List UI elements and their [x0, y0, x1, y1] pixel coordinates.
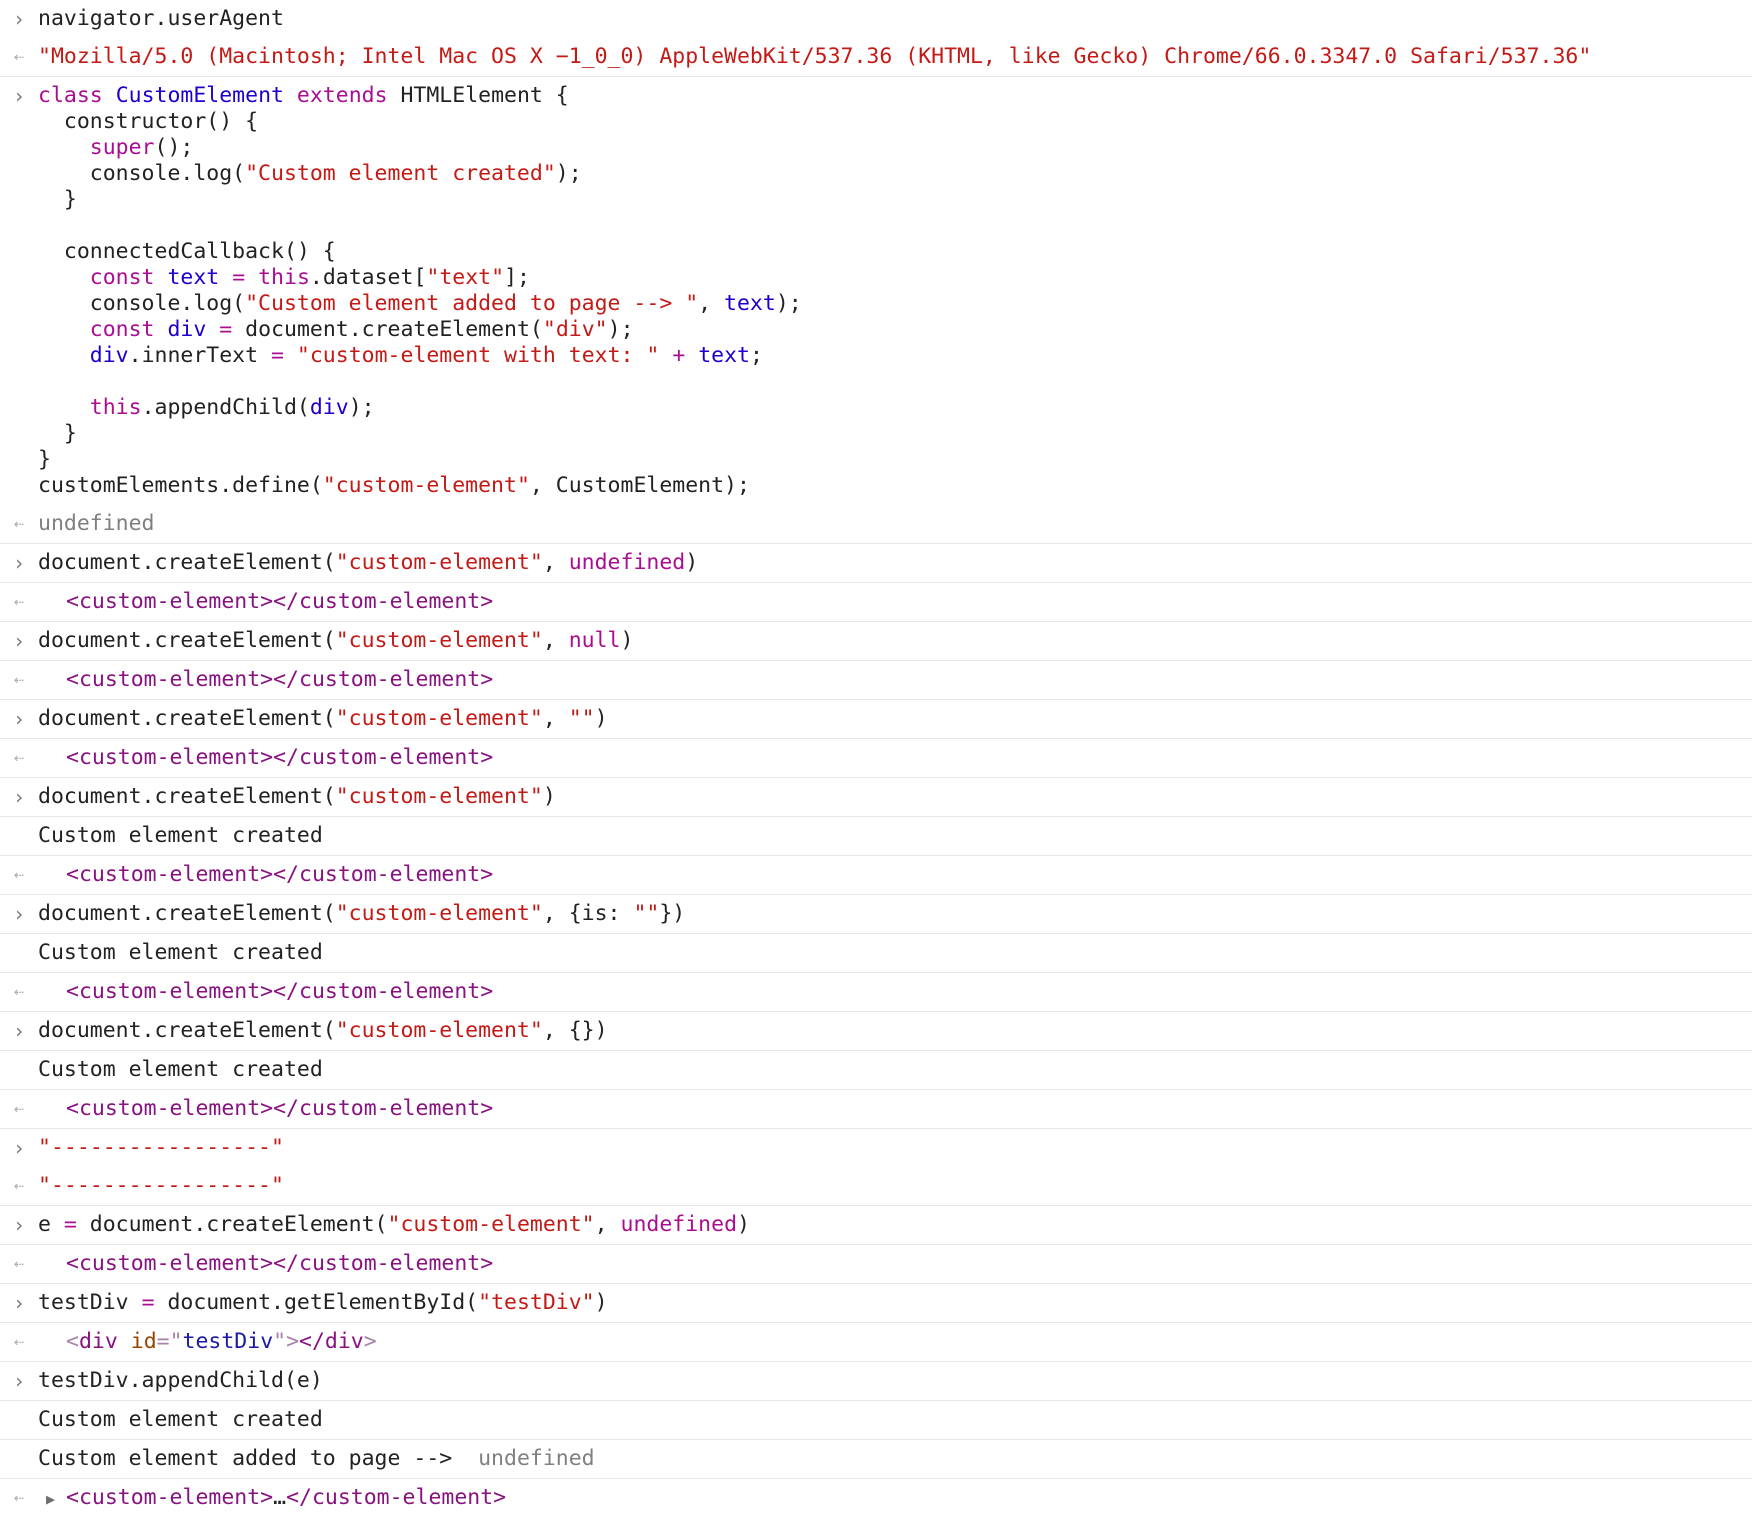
input-prompt-icon: › [12, 84, 26, 108]
element-node[interactable]: <custom-element></custom-element> [38, 973, 493, 1011]
element-node[interactable]: <custom-element></custom-element> [38, 1245, 493, 1283]
log-text: Custom element added to page --> undefin… [38, 1446, 595, 1471]
console-output-text: "-----------------" [38, 1173, 284, 1198]
console-input-row[interactable]: › document.createElement("custom-element… [0, 778, 1752, 817]
log-text: Custom element created [38, 940, 323, 965]
console-input-row[interactable]: › document.createElement("custom-element… [0, 622, 1752, 661]
output-arrow-icon: ⇠ [13, 1099, 25, 1119]
console-input-row[interactable]: › document.createElement("custom-element… [0, 544, 1752, 583]
element-node[interactable]: <div id="testDiv"></div> [38, 1323, 377, 1361]
console-input-code: document.createElement("custom-element",… [38, 1018, 608, 1043]
input-prompt-icon: › [12, 785, 26, 809]
console-output-text: undefined [38, 511, 155, 536]
devtools-console: › navigator.userAgent ⇠ "Mozilla/5.0 (Ma… [0, 0, 1752, 1518]
console-output-row[interactable]: ⇠ <custom-element></custom-element> [0, 739, 1752, 778]
input-prompt-icon: › [12, 551, 26, 575]
console-input-code: document.createElement("custom-element",… [38, 628, 634, 653]
console-input-code: document.createElement("custom-element",… [38, 706, 608, 731]
console-output-text: "Mozilla/5.0 (Macintosh; Intel Mac OS X … [38, 44, 1592, 69]
console-output-row[interactable]: ⇠ <custom-element></custom-element> [0, 856, 1752, 895]
input-prompt-icon: › [12, 1369, 26, 1393]
input-prompt-icon: › [12, 629, 26, 653]
console-input-row[interactable]: › testDiv = document.getElementById("tes… [0, 1284, 1752, 1323]
console-log-row: Custom element created [0, 1401, 1752, 1440]
output-arrow-icon: ⇠ [13, 1332, 25, 1352]
log-text: Custom element created [38, 1057, 323, 1082]
console-input-row[interactable]: › class CustomElement extends HTMLElemen… [0, 77, 1752, 505]
console-log-row: Custom element created [0, 1051, 1752, 1090]
output-arrow-icon: ⇠ [13, 592, 25, 612]
console-input-row[interactable]: › document.createElement("custom-element… [0, 1012, 1752, 1051]
console-input-code: class CustomElement extends HTMLElement … [38, 83, 802, 498]
input-prompt-icon: › [12, 902, 26, 926]
console-input-code: e = document.createElement("custom-eleme… [38, 1212, 750, 1237]
log-text: Custom element created [38, 1407, 323, 1432]
console-input-row[interactable]: › navigator.userAgent [0, 0, 1752, 38]
console-output-row[interactable]: ⇠ <custom-element></custom-element> [0, 973, 1752, 1012]
console-input-row[interactable]: › document.createElement("custom-element… [0, 895, 1752, 934]
element-node-expandable[interactable]: ▶ <custom-element>…</custom-element> [38, 1479, 506, 1518]
console-output-row: ⇠ "-----------------" [0, 1167, 1752, 1206]
console-output-row[interactable]: ⇠ ▶ <custom-element>…</custom-element> [0, 1479, 1752, 1518]
console-log-row: Custom element created [0, 817, 1752, 856]
console-output-row[interactable]: ⇠ <div id="testDiv"></div> [0, 1323, 1752, 1362]
output-arrow-icon: ⇠ [13, 865, 25, 885]
element-node[interactable]: <custom-element></custom-element> [38, 856, 493, 894]
console-input-text: navigator.userAgent [38, 6, 284, 31]
output-arrow-icon: ⇠ [13, 1176, 25, 1196]
element-node[interactable]: <custom-element></custom-element> [38, 583, 493, 621]
output-arrow-icon: ⇠ [13, 982, 25, 1002]
output-arrow-icon: ⇠ [13, 670, 25, 690]
console-input-code: document.createElement("custom-element",… [38, 550, 699, 575]
console-input-code: document.createElement("custom-element",… [38, 901, 686, 926]
console-output-row: ⇠ undefined [0, 505, 1752, 544]
console-output-row: ⇠ "Mozilla/5.0 (Macintosh; Intel Mac OS … [0, 38, 1752, 77]
console-input-text: "-----------------" [38, 1135, 284, 1160]
output-arrow-icon: ⇠ [13, 47, 25, 67]
element-node[interactable]: <custom-element></custom-element> [38, 1090, 493, 1128]
console-output-row[interactable]: ⇠ <custom-element></custom-element> [0, 1090, 1752, 1129]
console-input-row[interactable]: › e = document.createElement("custom-ele… [0, 1206, 1752, 1245]
input-prompt-icon: › [12, 1136, 26, 1160]
console-input-row[interactable]: › testDiv.appendChild(e) [0, 1362, 1752, 1401]
console-input-row[interactable]: › document.createElement("custom-element… [0, 700, 1752, 739]
expand-triangle-icon[interactable]: ▶ [38, 1486, 66, 1512]
element-node[interactable]: <custom-element></custom-element> [38, 739, 493, 777]
input-prompt-icon: › [12, 7, 26, 31]
console-log-row: Custom element created [0, 934, 1752, 973]
output-arrow-icon: ⇠ [13, 1254, 25, 1274]
console-input-code: testDiv = document.getElementById("testD… [38, 1290, 608, 1315]
input-prompt-icon: › [12, 707, 26, 731]
log-text: Custom element created [38, 823, 323, 848]
console-output-row[interactable]: ⇠ <custom-element></custom-element> [0, 1245, 1752, 1284]
output-arrow-icon: ⇠ [13, 514, 25, 534]
console-input-code: document.createElement("custom-element") [38, 784, 556, 809]
input-prompt-icon: › [12, 1019, 26, 1043]
console-output-row[interactable]: ⇠ <custom-element></custom-element> [0, 583, 1752, 622]
console-input-code: testDiv.appendChild(e) [38, 1368, 323, 1393]
element-node[interactable]: <custom-element></custom-element> [38, 661, 493, 699]
console-input-row[interactable]: › "-----------------" [0, 1129, 1752, 1167]
input-prompt-icon: › [12, 1291, 26, 1315]
input-prompt-icon: › [12, 1213, 26, 1237]
output-arrow-icon: ⇠ [13, 1488, 25, 1508]
console-log-row: Custom element added to page --> undefin… [0, 1440, 1752, 1479]
console-output-row[interactable]: ⇠ <custom-element></custom-element> [0, 661, 1752, 700]
output-arrow-icon: ⇠ [13, 748, 25, 768]
